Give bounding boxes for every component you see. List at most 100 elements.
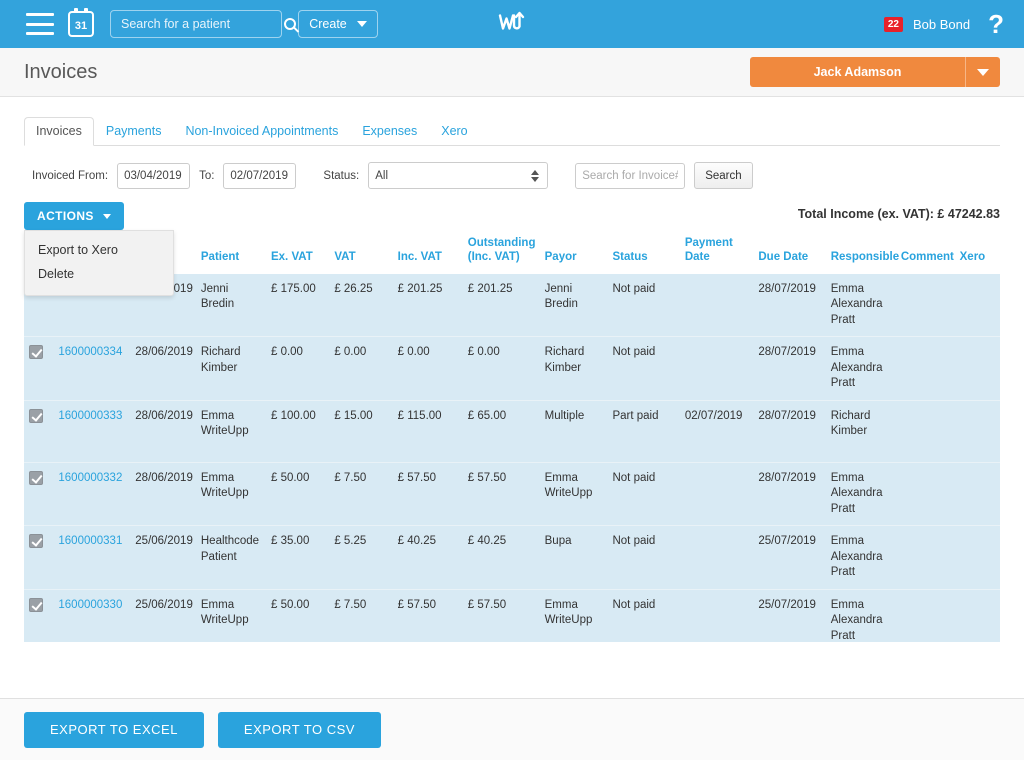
app-logo[interactable] (497, 7, 527, 42)
status-select[interactable]: All (368, 162, 549, 189)
cell-vat: £ 7.50 (329, 588, 393, 642)
cell-date: 25/06/2019 (130, 588, 196, 642)
cell-row-checkbox[interactable] (24, 588, 54, 642)
search-icon[interactable] (284, 18, 296, 30)
cell-patient: Emma WriteUpp (195, 588, 266, 642)
calendar-icon[interactable]: 31 (68, 8, 94, 37)
notification-badge[interactable]: 22 (883, 16, 903, 32)
cell-row-checkbox[interactable] (24, 461, 54, 526)
create-button[interactable]: Create (298, 10, 378, 38)
search-button[interactable]: Search (694, 162, 753, 189)
table-row[interactable]: 1600000332 28/06/2019 Emma WriteUpp £ 50.00… (24, 461, 1000, 526)
patient-search-box[interactable] (110, 10, 296, 38)
invoiced-to-input[interactable] (223, 162, 297, 189)
page-header-bar: Invoices Jack Adamson (0, 48, 1024, 97)
tab-label: Invoices (36, 124, 82, 138)
cell-ex-vat: £ 0.00 (265, 336, 330, 401)
cell-outstanding: £ 57.50 (462, 588, 540, 642)
cell-status: Not paid (607, 588, 680, 642)
row-checkbox[interactable] (29, 534, 43, 549)
table-row[interactable]: 1600000333 28/06/2019 Emma WriteUpp £ 100.0… (24, 399, 1000, 463)
tab-invoices[interactable]: Invoices (24, 117, 94, 146)
invoiced-from-input[interactable] (117, 162, 191, 189)
top-navigation-bar: 31 Create 22 Bob Bond ? (0, 0, 1024, 48)
cell-comment (895, 399, 955, 463)
hamburger-menu-icon[interactable] (26, 13, 54, 35)
row-checkbox[interactable] (29, 597, 43, 612)
cell-patient: Healthcode Patient (195, 525, 266, 590)
practitioner-selector[interactable]: Jack Adamson (750, 57, 1000, 87)
tab-label: Xero (441, 124, 468, 138)
select-arrows-icon (531, 169, 540, 182)
tab-payments[interactable]: Payments (94, 117, 174, 146)
cell-responsible: Emma Alexandra Pratt (825, 461, 896, 526)
column-header-xero[interactable]: Xero (955, 232, 1000, 273)
cell-invoice-number[interactable]: 1600000331 (53, 525, 131, 590)
export-to-excel-button[interactable]: EXPORT TO EXCEL (24, 711, 204, 748)
table-row[interactable]: 1600000330 25/06/2019 Emma WriteUpp £ 50.00… (24, 588, 1000, 642)
cell-row-checkbox[interactable] (24, 525, 54, 590)
cell-status: Not paid (607, 336, 680, 401)
column-header-responsible[interactable]: Responsible (826, 232, 899, 273)
cell-due-date: 25/07/2019 (753, 588, 826, 642)
chevron-down-icon (102, 213, 111, 219)
table-row[interactable]: 1600000334 28/06/2019 Richard Kimber £ 0.00… (24, 336, 1000, 401)
cell-invoice-number[interactable]: 1600000332 (53, 461, 131, 526)
invoice-number-search-input[interactable] (575, 162, 686, 189)
cell-vat: £ 7.50 (329, 461, 393, 526)
row-checkbox[interactable] (29, 345, 43, 360)
invoice-number-link[interactable]: 1600000332 (58, 472, 122, 484)
cell-vat: £ 26.25 (329, 272, 393, 337)
cell-row-checkbox[interactable] (24, 399, 54, 463)
invoice-number-link[interactable]: 1600000333 (58, 410, 122, 422)
actions-button-label: ACTIONS (37, 209, 94, 223)
tab-expenses[interactable]: Expenses (350, 117, 429, 146)
column-header-comment[interactable]: Comment (896, 232, 955, 273)
practitioner-name: Jack Adamson (813, 65, 902, 79)
row-checkbox[interactable] (29, 408, 43, 423)
cell-xero (954, 336, 1000, 401)
column-header-inc-vat[interactable]: Inc. VAT (393, 232, 463, 273)
export-to-csv-button[interactable]: EXPORT TO CSV (217, 711, 381, 748)
table-body: 160000033528/06/2019Jenni Bredin£ 175.00… (24, 272, 1000, 642)
cell-payor: Emma WriteUpp (539, 461, 608, 526)
invoice-number-link[interactable]: 1600000331 (58, 535, 122, 547)
cell-payment-date (679, 461, 754, 526)
column-header-payor[interactable]: Payor (540, 232, 608, 273)
chevron-down-icon (977, 68, 989, 76)
column-header-payment-date[interactable]: Payment Date (680, 232, 754, 273)
column-header-ex-vat[interactable]: Ex. VAT (266, 232, 329, 273)
outstanding-line-1: Outstanding (467, 237, 536, 249)
patient-search-input[interactable] (119, 16, 284, 32)
column-header-due-date[interactable]: Due Date (753, 232, 825, 273)
cell-patient: Richard Kimber (195, 336, 266, 401)
help-icon[interactable]: ? (988, 11, 1004, 37)
cell-row-checkbox[interactable] (24, 336, 54, 401)
column-header-patient[interactable]: Patient (196, 232, 266, 273)
page-title: Invoices (24, 60, 98, 83)
tab-label: Expenses (362, 124, 418, 138)
cell-ex-vat: £ 175.00 (265, 272, 330, 337)
practitioner-dropdown-toggle[interactable] (965, 57, 1000, 87)
cell-comment (895, 588, 955, 642)
tab-xero[interactable]: Xero (429, 117, 479, 146)
menu-item-export-to-xero[interactable]: Export to Xero (25, 238, 173, 262)
column-header-vat[interactable]: VAT (329, 232, 392, 273)
row-checkbox[interactable] (29, 470, 43, 485)
invoice-number-link[interactable]: 1600000330 (58, 599, 122, 611)
cell-invoice-number[interactable]: 1600000333 (53, 399, 131, 463)
cell-ex-vat: £ 35.00 (265, 525, 330, 590)
cell-invoice-number[interactable]: 1600000334 (53, 336, 131, 401)
cell-patient: Emma WriteUpp (195, 399, 266, 463)
menu-item-delete[interactable]: Delete (25, 262, 173, 286)
tab-non-invoiced-appointments[interactable]: Non-Invoiced Appointments (173, 117, 350, 146)
column-header-outstanding[interactable]: Outstanding (Inc. VAT) (463, 232, 540, 273)
user-name-label[interactable]: Bob Bond (913, 17, 970, 32)
cell-outstanding: £ 40.25 (462, 525, 540, 590)
actions-button[interactable]: ACTIONS (24, 202, 124, 230)
table-row[interactable]: 1600000331 25/06/2019 Healthcode Patient £ … (24, 525, 1000, 590)
tab-label: Non-Invoiced Appointments (185, 124, 339, 138)
column-header-status[interactable]: Status (607, 232, 679, 273)
invoice-number-link[interactable]: 1600000334 (58, 346, 122, 358)
cell-invoice-number[interactable]: 1600000330 (53, 588, 131, 642)
